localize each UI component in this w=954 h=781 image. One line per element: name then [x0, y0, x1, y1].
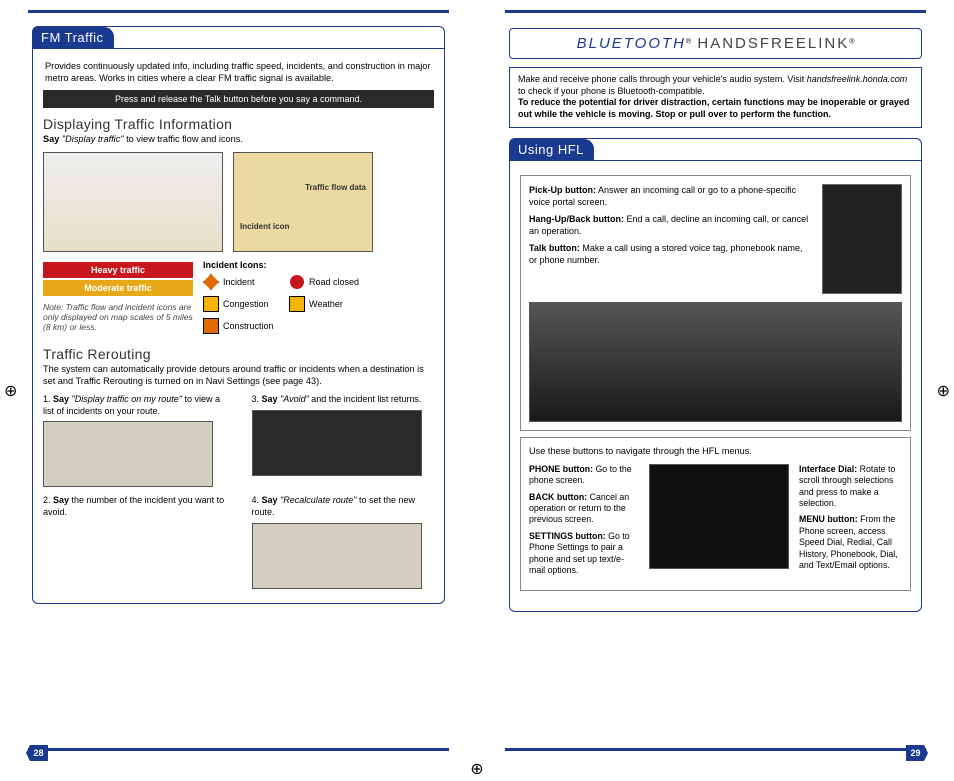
step1-image — [43, 421, 213, 487]
page-number-right: 29 — [906, 745, 928, 761]
page-number-left: 28 — [26, 745, 48, 761]
talk-instruction-bar: Press and release the Talk button before… — [43, 90, 434, 108]
fm-traffic-panel: Provides continuously updated info, incl… — [32, 48, 445, 604]
displaying-traffic-body: Say "Display traffic" to view traffic fl… — [43, 134, 434, 146]
incident-icons-heading: Incident Icons: — [203, 260, 434, 270]
legend-heavy: Heavy traffic — [43, 262, 193, 278]
road-closed-icon — [289, 274, 305, 290]
page-right: BLUETOOTH® HANDSFREELINK® Make and recei… — [477, 0, 954, 781]
section-title: FM Traffic — [33, 27, 114, 48]
incident-icons-grid: Incident Road closed Congestion Weather … — [203, 274, 434, 334]
console-image — [649, 464, 789, 569]
steering-controls-box: Pick-Up button: Answer an incoming call … — [520, 175, 911, 431]
weather-icon — [289, 296, 305, 312]
step-4: 4. Say "Recalculate route" to set the ne… — [252, 495, 435, 588]
dashboard-image — [529, 302, 902, 422]
step3-image — [252, 410, 422, 476]
note-text: Note: Traffic flow and incident icons ar… — [43, 302, 193, 332]
intro-text: Provides continuously updated info, incl… — [45, 61, 432, 84]
page-rule-top — [28, 10, 449, 13]
map-detail-image: Incident icon Traffic flow data — [233, 152, 373, 252]
left-button-col: PHONE button: Go to the phone screen. BA… — [529, 464, 639, 582]
section-tab-wrap: FM Traffic — [32, 26, 445, 48]
bluetooth-info-box: Make and receive phone calls through you… — [509, 67, 922, 128]
using-hfl-title: Using HFL — [510, 139, 594, 160]
step-2: 2. Say the number of the incident you wa… — [43, 495, 226, 588]
hfl-menu-box: Use these buttons to navigate through th… — [520, 437, 911, 591]
page-rule-bottom — [505, 748, 926, 751]
step-3: 3. Say "Avoid" and the incident list ret… — [252, 394, 435, 487]
construction-icon — [203, 318, 219, 334]
page-rule-top — [505, 10, 926, 13]
steps-grid: 1. Say "Display traffic on my route" to … — [43, 394, 434, 589]
incident-icon — [203, 274, 219, 290]
page-spread: ⊕ ⊕ ⊕ FM Traffic Provides continuously u… — [0, 0, 954, 781]
steering-controls-image — [822, 184, 902, 294]
congestion-icon — [203, 296, 219, 312]
page-rule-bottom — [28, 748, 449, 751]
map-overview-image — [43, 152, 223, 252]
using-hfl-panel: Pick-Up button: Answer an incoming call … — [509, 160, 922, 612]
bluetooth-hfl-title: BLUETOOTH® HANDSFREELINK® — [509, 28, 922, 59]
traffic-rerouting-body: The system can automatically provide det… — [43, 364, 434, 388]
page-left: FM Traffic Provides continuously updated… — [0, 0, 477, 781]
traffic-rerouting-heading: Traffic Rerouting — [43, 346, 434, 362]
displaying-traffic-heading: Displaying Traffic Information — [43, 116, 434, 132]
step-1: 1. Say "Display traffic on my route" to … — [43, 394, 226, 487]
hfl-nav-caption: Use these buttons to navigate through th… — [529, 446, 902, 458]
steering-buttons-text: Pick-Up button: Answer an incoming call … — [529, 184, 812, 294]
legend-moderate: Moderate traffic — [43, 280, 193, 296]
right-button-col: Interface Dial: Rotate to scroll through… — [799, 464, 902, 582]
map-row: Incident icon Traffic flow data — [43, 152, 434, 252]
section-tab-wrap: Using HFL — [509, 138, 922, 160]
step4-image — [252, 523, 422, 589]
